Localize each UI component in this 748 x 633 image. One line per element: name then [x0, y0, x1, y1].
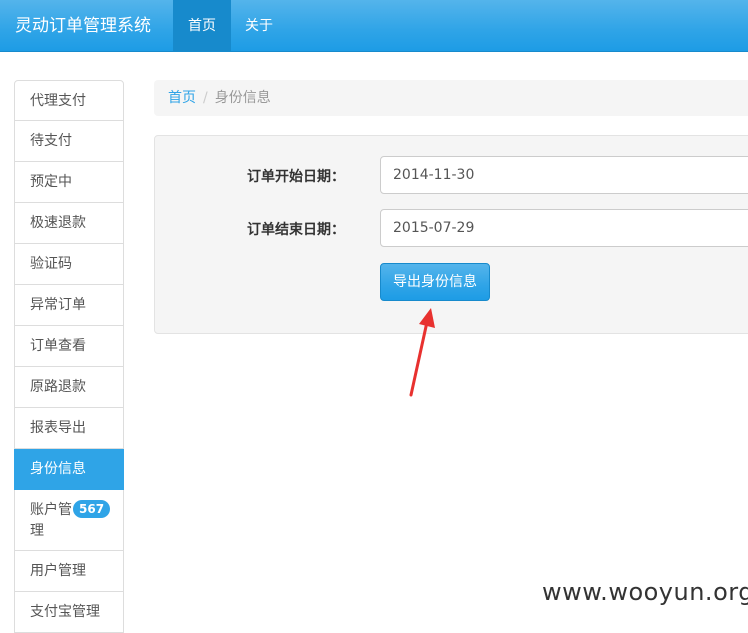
sidebar-item-label: 账户管理	[30, 502, 72, 539]
start-date-input[interactable]	[380, 156, 748, 194]
sidebar-item-user-manage[interactable]: 用户管理	[14, 551, 124, 592]
watermark-text: www.wooyun.org	[542, 578, 748, 606]
sidebar-item-identity-info[interactable]: 身份信息	[14, 449, 124, 490]
sidebar-item-alipay-manage[interactable]: 支付宝管理	[14, 592, 124, 633]
start-date-label: 订单开始日期：	[247, 169, 345, 185]
nav-home[interactable]: 首页	[173, 0, 231, 52]
sidebar-item-fast-refund[interactable]: 极速退款	[14, 203, 124, 244]
breadcrumb: 首页 / 身份信息	[154, 80, 748, 116]
count-badge: 567	[73, 500, 111, 518]
sidebar-menu: 代理支付 待支付 预定中 极速退款 验证码 异常订单 订单查看 原路退款 报表导…	[14, 80, 124, 633]
sidebar-item-original-refund[interactable]: 原路退款	[14, 367, 124, 408]
breadcrumb-current: 身份信息	[214, 90, 271, 106]
sidebar-item-pending-pay[interactable]: 待支付	[14, 121, 124, 162]
sidebar-item-reserving[interactable]: 预定中	[14, 162, 124, 203]
export-form-panel: 订单开始日期： 订单结束日期： 导出身份信息	[154, 135, 748, 334]
sidebar-item-agent-pay[interactable]: 代理支付	[14, 80, 124, 121]
end-date-label: 订单结束日期：	[247, 222, 345, 238]
top-navbar: 灵动订单管理系统 首页 关于	[0, 0, 748, 52]
nav-about[interactable]: 关于	[231, 0, 287, 52]
sidebar-item-order-view[interactable]: 订单查看	[14, 326, 124, 367]
sidebar-item-report-export[interactable]: 报表导出	[14, 408, 124, 449]
red-arrow-annotation	[409, 308, 435, 397]
breadcrumb-home-link[interactable]: 首页	[168, 90, 196, 106]
end-date-input[interactable]	[380, 209, 748, 247]
brand-title[interactable]: 灵动订单管理系统	[15, 0, 151, 52]
sidebar-item-account-manage[interactable]: 账户管理 567	[14, 490, 124, 551]
export-identity-button[interactable]: 导出身份信息	[380, 263, 490, 301]
sidebar-item-abnormal-orders[interactable]: 异常订单	[14, 285, 124, 326]
breadcrumb-separator: /	[203, 90, 208, 106]
sidebar-item-captcha[interactable]: 验证码	[14, 244, 124, 285]
